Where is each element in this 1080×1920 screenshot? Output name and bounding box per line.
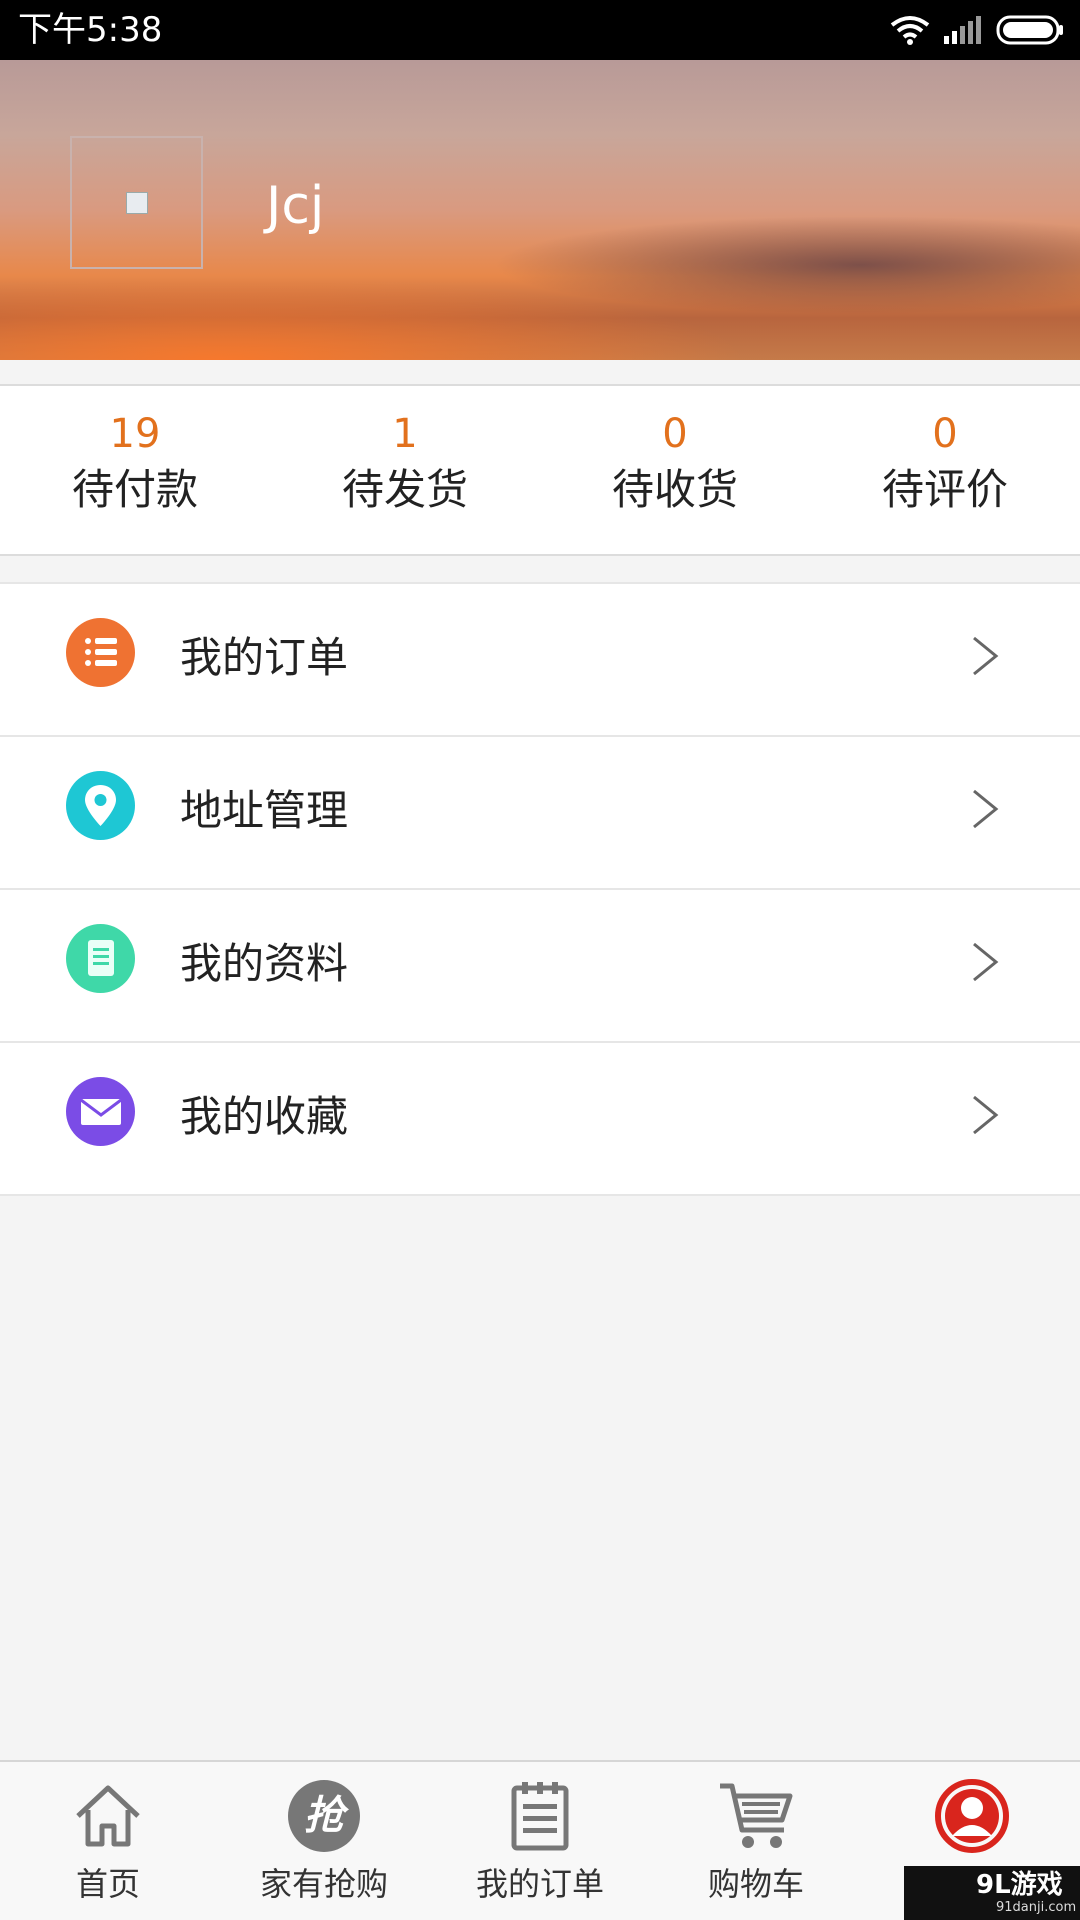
list-icon [66, 618, 135, 687]
stat-pending-receipt[interactable]: 0 待收货 [540, 386, 810, 556]
stat-label: 待付款 [71, 465, 198, 514]
cart-icon [720, 1783, 793, 1848]
tab-label: 我的订单 [475, 1865, 604, 1903]
location-pin-icon [66, 771, 135, 840]
stat-label: 待评价 [881, 465, 1008, 514]
chevron-right-icon [973, 942, 999, 982]
menu-label: 地址管理 [180, 786, 349, 835]
menu-list: 我的订单 地址管理 我的资料 我的收藏 [0, 582, 1080, 1196]
watermark-logo: 9L游戏 [976, 1870, 1063, 1900]
stat-count: 0 [932, 411, 958, 457]
menu-item-address[interactable]: 地址管理 [0, 737, 1080, 890]
menu-item-my-orders[interactable]: 我的订单 [0, 584, 1080, 737]
stat-count: 0 [662, 411, 688, 457]
stat-pending-shipment[interactable]: 1 待发货 [270, 386, 540, 556]
wifi-icon [890, 16, 930, 45]
menu-item-profile-info[interactable]: 我的资料 [0, 890, 1080, 1043]
tab-my-orders[interactable]: 我的订单 [432, 1762, 648, 1920]
menu-label: 我的资料 [180, 939, 349, 988]
menu-label: 我的订单 [180, 633, 349, 682]
site-watermark: 9L游戏 91danji.com [904, 1866, 1080, 1920]
stat-count: 1 [392, 411, 418, 457]
home-icon [76, 1785, 140, 1847]
status-bar: 下午5:38 [0, 0, 1080, 60]
status-time: 下午5:38 [18, 10, 163, 50]
signal-icon [944, 16, 981, 44]
status-icons [890, 14, 1064, 46]
mail-icon [66, 1077, 135, 1146]
tab-label: 首页 [75, 1865, 140, 1903]
watermark-url: 91danji.com [996, 1900, 1077, 1915]
tab-label: 家有抢购 [259, 1865, 388, 1903]
stat-count: 19 [109, 411, 161, 457]
stat-pending-payment[interactable]: 19 待付款 [0, 386, 270, 556]
user-icon [935, 1779, 1009, 1853]
chevron-right-icon [973, 636, 999, 676]
chevron-right-icon [973, 789, 999, 829]
flash-sale-badge: 抢 [304, 1793, 344, 1839]
tab-home[interactable]: 首页 [0, 1762, 216, 1920]
menu-label: 我的收藏 [180, 1092, 349, 1141]
stat-pending-review[interactable]: 0 待评价 [810, 386, 1080, 556]
tab-flash-sale[interactable]: 抢 家有抢购 [216, 1762, 432, 1920]
broken-image-icon [126, 192, 148, 214]
tab-cart[interactable]: 购物车 [648, 1762, 864, 1920]
username: Jcj [266, 176, 325, 236]
battery-icon [996, 15, 1063, 45]
menu-item-favorites[interactable]: 我的收藏 [0, 1043, 1080, 1196]
order-stats: 19 待付款 1 待发货 0 待收货 0 待评价 [0, 384, 1080, 556]
tab-label: 购物车 [707, 1865, 804, 1903]
stat-label: 待收货 [611, 465, 738, 514]
document-icon [66, 924, 135, 993]
order-list-icon [511, 1782, 569, 1851]
avatar[interactable] [70, 136, 203, 269]
stat-label: 待发货 [341, 465, 468, 514]
chevron-right-icon [973, 1095, 999, 1135]
